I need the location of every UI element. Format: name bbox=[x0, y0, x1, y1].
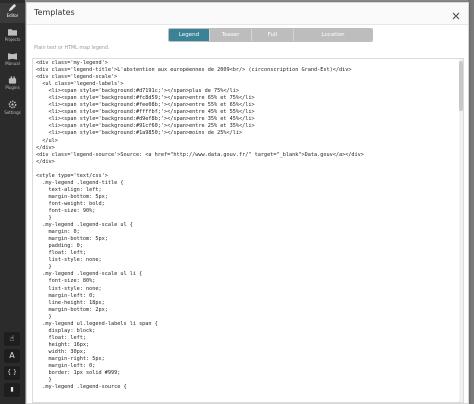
sidebar-item-label: Plugins bbox=[5, 85, 20, 90]
font-icon: A bbox=[9, 351, 15, 360]
templates-modal: Templates Legend Teaser Full Location Pl… bbox=[26, 2, 469, 404]
sidebar-item-settings[interactable]: Settings bbox=[0, 100, 25, 118]
tab-location[interactable]: Location bbox=[294, 29, 372, 41]
legend-code-editor[interactable]: <div class='my-legend'> <div class='lege… bbox=[32, 58, 464, 403]
code-icon: { } bbox=[7, 369, 17, 376]
plug-icon bbox=[8, 76, 17, 84]
code-tool-button[interactable]: { } bbox=[4, 366, 20, 380]
book-icon bbox=[8, 53, 17, 60]
sidebar-item-projects[interactable]: Projects bbox=[0, 28, 25, 46]
scrollbar-thumb[interactable] bbox=[459, 61, 463, 111]
editor-scrollbar[interactable] bbox=[459, 59, 463, 402]
close-icon bbox=[452, 12, 460, 20]
code-text[interactable]: <div class='my-legend'> <div class='lege… bbox=[33, 59, 463, 392]
sidebar-item-manual[interactable]: Manual bbox=[0, 52, 25, 70]
hand-tool-button[interactable]: ☝ bbox=[4, 332, 20, 346]
hand-icon: ☝ bbox=[9, 334, 15, 343]
sidebar-item-label: Projects bbox=[4, 37, 21, 42]
pencil-icon bbox=[8, 3, 17, 12]
modal-header: Templates bbox=[27, 3, 468, 25]
tab-full[interactable]: Full bbox=[252, 29, 294, 41]
sidebar-item-label: Editor bbox=[6, 13, 19, 18]
template-tabs: Legend Teaser Full Location bbox=[168, 28, 373, 42]
tab-legend[interactable]: Legend bbox=[169, 29, 210, 41]
app-sidebar: Editor Projects Manual Plugins Settings … bbox=[0, 0, 25, 404]
sidebar-item-editor[interactable]: Editor bbox=[0, 3, 25, 23]
tab-teaser[interactable]: Teaser bbox=[210, 29, 252, 41]
close-button[interactable] bbox=[450, 7, 462, 20]
folder-icon bbox=[8, 29, 17, 36]
gear-icon bbox=[8, 100, 17, 109]
mobile-tool-button[interactable]: ▮ bbox=[4, 383, 20, 397]
editor-hint: Plain text or HTML map legend. bbox=[34, 46, 110, 51]
font-tool-button[interactable]: A bbox=[4, 349, 20, 363]
phone-icon: ▮ bbox=[10, 386, 14, 393]
modal-title: Templates bbox=[34, 8, 75, 17]
sidebar-item-plugins[interactable]: Plugins bbox=[0, 76, 25, 94]
sidebar-item-label: Manual bbox=[5, 61, 20, 66]
sidebar-item-label: Settings bbox=[4, 110, 21, 115]
